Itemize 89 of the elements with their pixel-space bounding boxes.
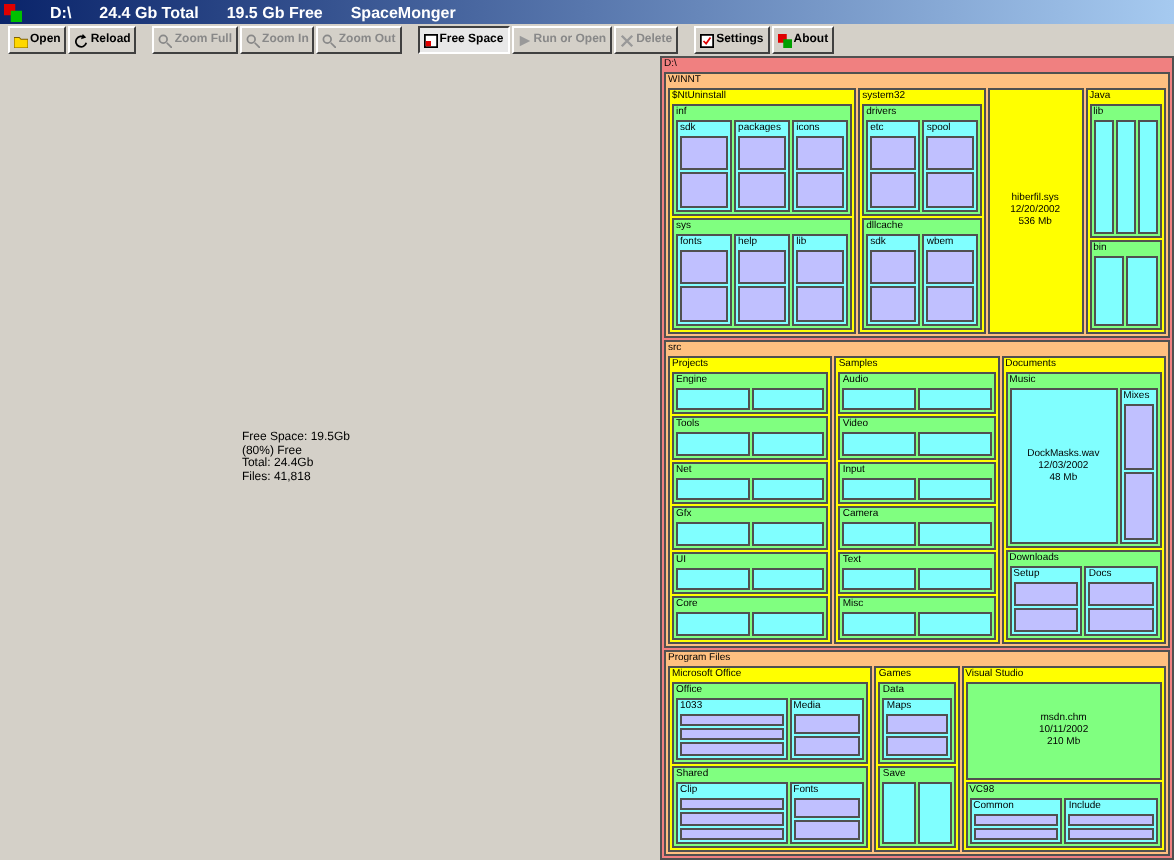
file-block[interactable] — [676, 477, 750, 501]
file-block[interactable] — [751, 612, 825, 636]
file-block[interactable] — [870, 136, 917, 171]
app-title: SpaceMonger — [350, 3, 456, 21]
file-block[interactable] — [918, 781, 952, 844]
file-block[interactable] — [676, 522, 750, 546]
file-block[interactable] — [1123, 403, 1154, 471]
file-block[interactable] — [793, 735, 861, 756]
file-block[interactable] — [751, 432, 825, 456]
run-icon — [517, 33, 532, 47]
settings-icon — [700, 33, 715, 47]
file-block[interactable] — [738, 136, 787, 171]
file-block[interactable] — [676, 387, 750, 411]
folder-icon — [14, 33, 28, 47]
drive-title: D:\ — [50, 3, 72, 21]
file-block[interactable] — [796, 172, 845, 208]
file-block[interactable] — [1093, 255, 1125, 326]
file-block[interactable] — [918, 612, 992, 636]
file-block[interactable] — [680, 136, 729, 171]
delete-icon — [620, 33, 635, 47]
file-block[interactable] — [793, 797, 861, 818]
file-block[interactable] — [1088, 607, 1154, 632]
file-block[interactable] — [870, 286, 917, 322]
file-block[interactable] — [680, 713, 784, 727]
file-block[interactable] — [842, 522, 916, 546]
file-block[interactable] — [973, 827, 1059, 840]
magnifier-icon — [322, 33, 337, 47]
file-block[interactable] — [918, 387, 992, 411]
file-block[interactable] — [870, 172, 917, 208]
file-block[interactable] — [926, 172, 974, 208]
file-block[interactable] — [973, 813, 1059, 826]
file-block[interactable] — [751, 567, 825, 591]
file-block[interactable] — [680, 286, 729, 322]
free-space-icon — [423, 33, 438, 47]
file-block[interactable] — [751, 477, 825, 501]
file-block[interactable] — [738, 249, 787, 285]
file-block[interactable] — [886, 735, 948, 756]
file-block[interactable] — [680, 812, 784, 826]
file-block[interactable] — [680, 742, 784, 756]
file-block[interactable] — [680, 827, 784, 840]
file-block[interactable] — [1115, 120, 1136, 234]
magnifier-icon — [246, 33, 261, 47]
file-block[interactable] — [926, 286, 974, 322]
file-block[interactable] — [870, 249, 917, 285]
file-block[interactable] — [796, 136, 845, 171]
file-block[interactable] — [796, 286, 845, 322]
file-block[interactable] — [926, 249, 974, 285]
file-block[interactable] — [793, 819, 861, 841]
app-logo-icon — [4, 3, 22, 21]
file-block[interactable] — [1068, 827, 1155, 840]
file-block[interactable] — [918, 477, 992, 501]
file-block[interactable] — [842, 612, 916, 636]
file-block[interactable] — [738, 286, 787, 322]
file-block[interactable] — [751, 522, 825, 546]
file-block[interactable] — [676, 612, 750, 636]
file-block[interactable] — [1137, 120, 1158, 234]
file-block[interactable] — [680, 172, 729, 208]
file-block[interactable] — [796, 249, 845, 285]
folder-block[interactable] — [660, 56, 1174, 860]
file-block[interactable] — [1068, 813, 1155, 826]
refresh-icon — [74, 33, 89, 47]
file-block[interactable] — [793, 713, 861, 734]
file-block[interactable] — [680, 797, 784, 811]
file-block[interactable] — [676, 432, 750, 456]
file-block[interactable] — [680, 728, 784, 741]
file-block[interactable] — [751, 387, 825, 411]
app-logo-icon — [777, 33, 792, 47]
file-block[interactable] — [1013, 581, 1079, 606]
file-block[interactable] — [676, 567, 750, 591]
file-block[interactable] — [918, 522, 992, 546]
file-block[interactable] — [680, 249, 729, 285]
file-block[interactable] — [842, 567, 916, 591]
file-block[interactable] — [842, 387, 916, 411]
file-block[interactable] — [1126, 255, 1159, 326]
file-block[interactable] — [926, 136, 974, 171]
file-block[interactable] — [842, 477, 916, 501]
file-block[interactable] — [1123, 472, 1154, 540]
magnifier-icon — [158, 33, 173, 47]
file-block[interactable] — [842, 432, 916, 456]
file-block[interactable] — [886, 713, 948, 734]
file-block[interactable] — [918, 432, 992, 456]
file-block[interactable] — [1013, 607, 1079, 632]
file-block[interactable] — [918, 567, 992, 591]
total-size-text: 24.4 Gb Total — [99, 3, 199, 21]
free-size-text: 19.5 Gb Free — [226, 3, 323, 21]
file-block[interactable] — [1088, 581, 1154, 606]
file-block[interactable] — [882, 781, 917, 844]
file-block[interactable] — [1093, 120, 1114, 234]
file-block[interactable] — [738, 172, 787, 208]
